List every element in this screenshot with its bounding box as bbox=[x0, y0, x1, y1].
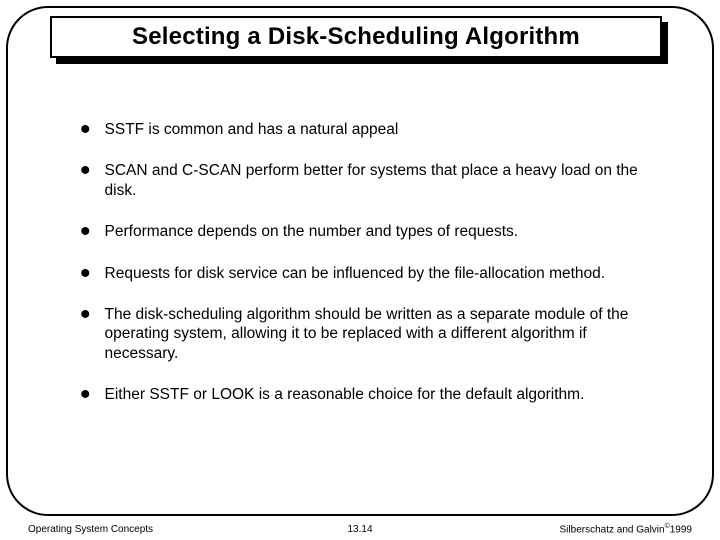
bullet-text: The disk-scheduling algorithm should be … bbox=[105, 305, 640, 363]
footer-center: 13.14 bbox=[347, 524, 372, 535]
bullet-icon: • bbox=[80, 165, 91, 177]
bullet-text: SSTF is common and has a natural appeal bbox=[105, 120, 399, 139]
slide-title: Selecting a Disk-Scheduling Algorithm bbox=[132, 23, 580, 51]
bullet-icon: • bbox=[80, 226, 91, 238]
list-item: • SSTF is common and has a natural appea… bbox=[80, 120, 640, 139]
bullet-text: SCAN and C-SCAN perform better for syste… bbox=[105, 161, 640, 200]
slide-footer: Operating System Concepts 13.14 Silbersc… bbox=[0, 520, 720, 538]
bullet-list: • SSTF is common and has a natural appea… bbox=[80, 120, 640, 426]
bullet-text: Either SSTF or LOOK is a reasonable choi… bbox=[105, 385, 585, 404]
footer-right: Silberschatz and Galvin©1999 bbox=[560, 523, 692, 535]
footer-right-prefix: Silberschatz and Galvin bbox=[560, 524, 665, 535]
list-item: • SCAN and C-SCAN perform better for sys… bbox=[80, 161, 640, 200]
bullet-icon: • bbox=[80, 268, 91, 280]
list-item: • Requests for disk service can be influ… bbox=[80, 264, 640, 283]
footer-right-year: 1999 bbox=[670, 524, 692, 535]
bullet-icon: • bbox=[80, 309, 91, 321]
list-item: • The disk-scheduling algorithm should b… bbox=[80, 305, 640, 363]
title-box: Selecting a Disk-Scheduling Algorithm bbox=[50, 16, 662, 58]
list-item: • Performance depends on the number and … bbox=[80, 222, 640, 241]
bullet-icon: • bbox=[80, 124, 91, 136]
bullet-icon: • bbox=[80, 389, 91, 401]
list-item: • Either SSTF or LOOK is a reasonable ch… bbox=[80, 385, 640, 404]
footer-left: Operating System Concepts bbox=[28, 524, 153, 535]
bullet-text: Requests for disk service can be influen… bbox=[105, 264, 606, 283]
bullet-text: Performance depends on the number and ty… bbox=[105, 222, 519, 241]
